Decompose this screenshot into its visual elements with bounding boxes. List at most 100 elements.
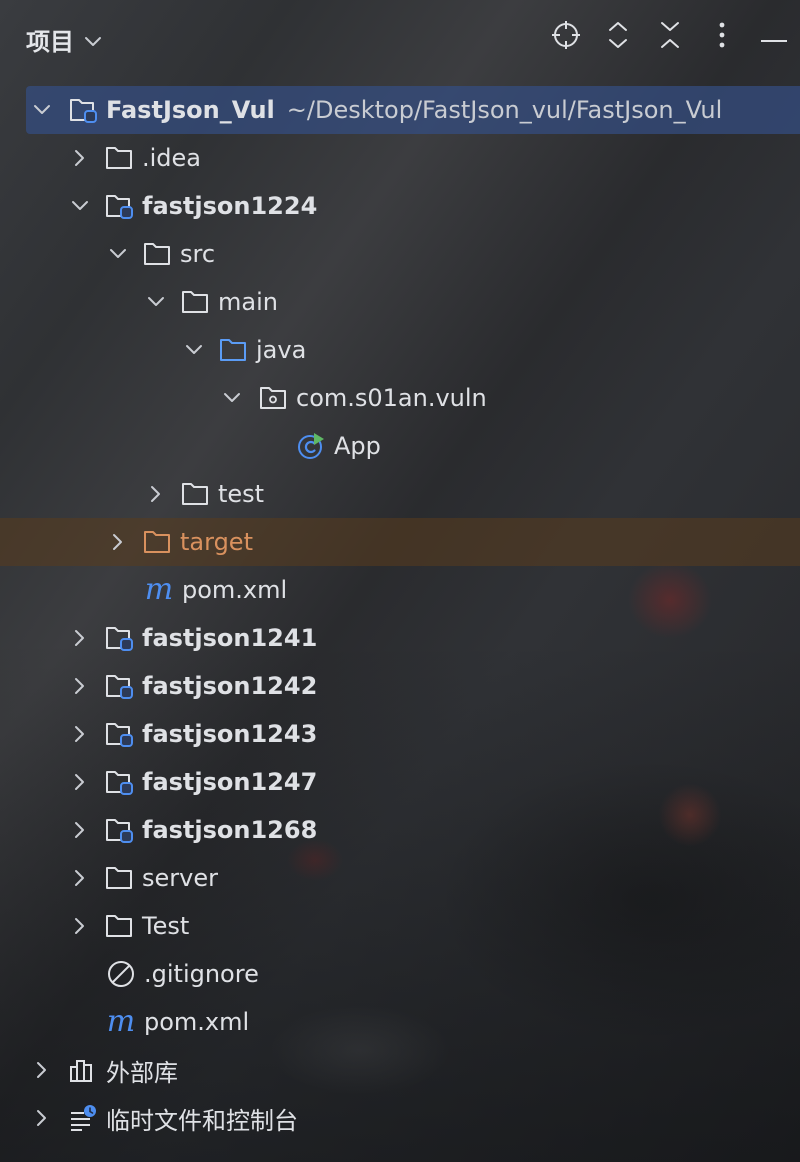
tree-item-label: fastjson1247	[142, 768, 318, 796]
tree-item-root-project[interactable]: FastJson_Vul ~/Desktop/FastJson_vul/Fast…	[26, 86, 800, 134]
tree-item-Test[interactable]: Test	[0, 902, 800, 950]
tree-item-target[interactable]: target	[0, 518, 800, 566]
project-path: ~/Desktop/FastJson_vul/FastJson_Vul	[286, 96, 723, 124]
tool-window-header: 项目	[0, 0, 800, 76]
tree-item-module-fastjson1247[interactable]: fastjson1247	[0, 758, 800, 806]
tree-item-label: com.s01an.vuln	[296, 384, 487, 412]
minimize-icon	[759, 28, 789, 47]
tree-item-label: main	[218, 288, 278, 316]
module-folder-icon	[104, 623, 134, 653]
tree-item-label: pom.xml	[144, 1008, 250, 1036]
java-class-runnable-icon	[296, 431, 326, 461]
folder-icon	[142, 239, 172, 269]
tree-item-pom-module[interactable]: m pom.xml	[0, 566, 800, 614]
chevron-right-icon[interactable]	[66, 720, 94, 748]
chevron-right-icon[interactable]	[66, 624, 94, 652]
module-folder-icon	[104, 671, 134, 701]
tree-item-label: fastjson1268	[142, 816, 318, 844]
chevron-right-icon[interactable]	[142, 480, 170, 508]
chevron-down-icon[interactable]	[180, 336, 208, 364]
chevron-right-icon[interactable]	[66, 144, 94, 172]
chevron-down-icon[interactable]	[66, 192, 94, 220]
chevron-right-icon[interactable]	[28, 1056, 56, 1084]
options-button[interactable]	[696, 18, 748, 56]
folder-icon	[180, 479, 210, 509]
chevron-right-icon[interactable]	[66, 816, 94, 844]
collapse-all-button[interactable]	[644, 18, 696, 56]
scratches-icon	[68, 1103, 98, 1133]
tree-item-external-libraries[interactable]: 外部库	[0, 1046, 800, 1094]
tree-item-label: server	[142, 864, 218, 892]
locate-icon	[551, 20, 581, 54]
module-folder-icon	[104, 815, 134, 845]
tree-item-label: fastjson1224	[142, 192, 318, 220]
chevron-right-icon[interactable]	[104, 528, 132, 556]
tree-item-server[interactable]: server	[0, 854, 800, 902]
collapse-all-icon	[658, 20, 682, 54]
tree-item-idea[interactable]: .idea	[0, 134, 800, 182]
excluded-folder-icon	[142, 527, 172, 557]
tree-item-test[interactable]: test	[0, 470, 800, 518]
chevron-down-icon[interactable]	[142, 288, 170, 316]
package-icon	[258, 383, 288, 413]
tree-item-label: java	[256, 336, 307, 364]
tree-item-label: .gitignore	[144, 960, 259, 988]
tree-item-package[interactable]: com.s01an.vuln	[0, 374, 800, 422]
expand-selected-button[interactable]	[592, 18, 644, 56]
chevron-right-icon[interactable]	[66, 672, 94, 700]
tree-item-label: fastjson1242	[142, 672, 318, 700]
tree-item-module-fastjson1241[interactable]: fastjson1241	[0, 614, 800, 662]
module-folder-icon	[104, 719, 134, 749]
tree-item-scratches-consoles[interactable]: 临时文件和控制台	[0, 1094, 800, 1142]
tree-item-gitignore[interactable]: .gitignore	[0, 950, 800, 998]
tree-item-java-source-root[interactable]: java	[0, 326, 800, 374]
tree-item-src[interactable]: src	[0, 230, 800, 278]
tree-item-label: test	[218, 480, 265, 508]
tree-item-app-class[interactable]: App	[0, 422, 800, 470]
project-tool-window: 项目 FastJson_Vul ~/Desktop/FastJson_vul/F…	[0, 0, 800, 1162]
chevron-down-icon[interactable]	[28, 96, 56, 124]
chevron-right-icon[interactable]	[66, 864, 94, 892]
project-view-selector[interactable]: 项目	[26, 22, 102, 57]
hide-window-button[interactable]	[748, 18, 800, 56]
tree-item-label: 外部库	[106, 1058, 178, 1087]
tree-item-label: App	[334, 432, 381, 460]
tree-item-label: Test	[142, 912, 190, 940]
folder-icon	[104, 863, 134, 893]
maven-icon: m	[144, 572, 174, 607]
folder-icon	[104, 143, 134, 173]
module-folder-icon	[68, 95, 98, 125]
more-icon	[718, 21, 726, 53]
tree-item-label: .idea	[142, 144, 202, 172]
tree-item-module-fastjson1243[interactable]: fastjson1243	[0, 710, 800, 758]
tree-item-module-fastjson1242[interactable]: fastjson1242	[0, 662, 800, 710]
tree-item-main[interactable]: main	[0, 278, 800, 326]
tree-item-label: pom.xml	[182, 576, 288, 604]
tree-item-label: target	[180, 528, 253, 556]
source-folder-icon	[218, 335, 248, 365]
module-folder-icon	[104, 191, 134, 221]
tree-item-label: 临时文件和控制台	[106, 1106, 298, 1135]
chevron-right-icon[interactable]	[66, 912, 94, 940]
library-icon	[68, 1055, 98, 1085]
chevron-right-icon[interactable]	[28, 1104, 56, 1132]
folder-icon	[104, 911, 134, 941]
tree-item-pom-root[interactable]: m pom.xml	[0, 998, 800, 1046]
tree-item-module-fastjson1268[interactable]: fastjson1268	[0, 806, 800, 854]
ignored-file-icon	[106, 959, 136, 989]
tool-window-title: 项目	[26, 28, 74, 56]
tree-item-label: fastjson1243	[142, 720, 318, 748]
module-folder-icon	[104, 767, 134, 797]
chevron-right-icon[interactable]	[66, 768, 94, 796]
tree-item-label: src	[180, 240, 216, 268]
tree-item-label: fastjson1241	[142, 624, 318, 652]
tree-item-label: FastJson_Vul	[106, 96, 275, 124]
chevron-down-icon[interactable]	[218, 384, 246, 412]
folder-icon	[180, 287, 210, 317]
maven-icon: m	[106, 1004, 136, 1039]
tree-item-module-fastjson1224[interactable]: fastjson1224	[0, 182, 800, 230]
chevron-down-icon[interactable]	[104, 240, 132, 268]
chevron-down-icon	[84, 26, 102, 54]
expand-collapse-icon	[606, 20, 630, 54]
locate-file-button[interactable]	[540, 18, 592, 56]
